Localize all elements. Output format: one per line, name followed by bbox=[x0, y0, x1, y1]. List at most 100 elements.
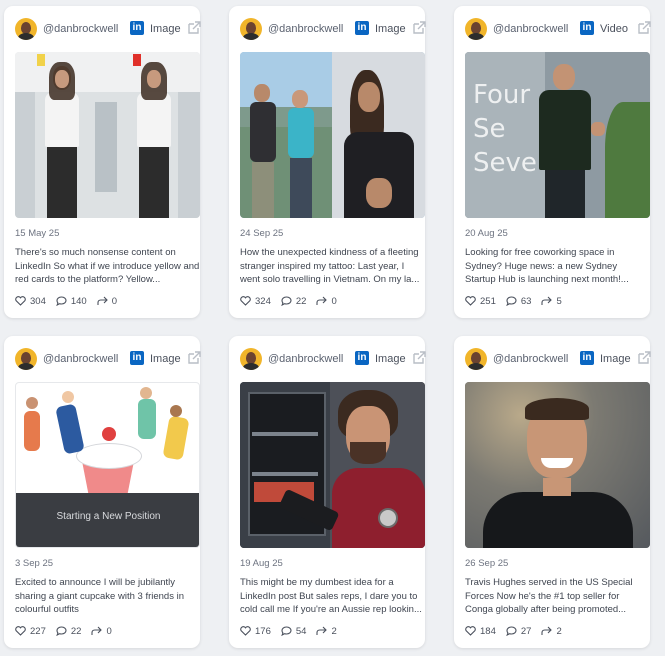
share-icon bbox=[316, 626, 328, 635]
likes-count: 324 bbox=[255, 295, 271, 307]
heart-icon bbox=[240, 296, 251, 306]
comments-count: 22 bbox=[295, 295, 307, 307]
post-description: Excited to announce I will be jubilantly… bbox=[15, 577, 184, 615]
external-link-icon[interactable] bbox=[637, 21, 651, 35]
shares-count: 0 bbox=[106, 625, 112, 637]
post-card[interactable]: @danbrockwell in Image 19 Aug 25 This mi… bbox=[229, 336, 426, 648]
post-card[interactable]: @danbrockwell in Image 26 Sep 25 Travis … bbox=[454, 336, 651, 648]
post-type-label: Image bbox=[150, 23, 181, 35]
author-handle: @danbrockwell bbox=[268, 353, 344, 365]
thumb-sign-line-3: Seve bbox=[473, 148, 537, 178]
post-stats: 304 140 0 bbox=[15, 294, 127, 308]
share-icon bbox=[97, 296, 108, 305]
avatar bbox=[240, 18, 262, 40]
likes-count: 227 bbox=[30, 625, 46, 637]
linkedin-icon: in bbox=[580, 351, 594, 365]
share-icon bbox=[91, 626, 103, 635]
likes-count: 251 bbox=[480, 295, 496, 307]
post-date: 24 Sep 25 bbox=[240, 228, 284, 239]
heart-icon bbox=[240, 626, 251, 636]
post-stats: 184 27 2 bbox=[465, 624, 572, 638]
share-icon bbox=[316, 296, 328, 305]
linkedin-icon: in bbox=[355, 351, 369, 365]
post-description: How the unexpected kindness of a fleetin… bbox=[240, 247, 420, 285]
likes-count: 176 bbox=[255, 625, 271, 637]
heart-icon bbox=[15, 296, 26, 306]
post-description: This might be my dumbest idea for a Link… bbox=[240, 577, 422, 615]
author-handle: @danbrockwell bbox=[43, 23, 119, 35]
post-stats: 176 54 2 bbox=[240, 624, 347, 638]
post-type-label: Image bbox=[375, 23, 406, 35]
author-handle: @danbrockwell bbox=[268, 23, 344, 35]
comments-count: 54 bbox=[295, 625, 307, 637]
post-card[interactable]: @danbrockwell in Video Four Se Seve 20 A… bbox=[454, 6, 651, 318]
avatar bbox=[465, 18, 487, 40]
heart-icon bbox=[15, 626, 26, 636]
post-card[interactable]: @danbrockwell in Image Starting a New Po… bbox=[4, 336, 201, 648]
linkedin-icon: in bbox=[130, 351, 144, 365]
external-link-icon[interactable] bbox=[187, 21, 201, 35]
share-icon bbox=[541, 626, 553, 635]
post-stats: 227 22 0 bbox=[15, 624, 122, 638]
post-date: 26 Sep 25 bbox=[465, 558, 509, 569]
external-link-icon[interactable] bbox=[412, 351, 426, 365]
post-date: 19 Aug 25 bbox=[240, 558, 283, 569]
comments-count: 63 bbox=[520, 295, 532, 307]
comment-icon bbox=[281, 296, 292, 306]
post-thumbnail[interactable]: Four Se Seve bbox=[465, 52, 650, 218]
comment-icon bbox=[506, 626, 517, 636]
external-link-icon[interactable] bbox=[412, 21, 426, 35]
post-description: Travis Hughes served in the US Special F… bbox=[465, 577, 633, 615]
post-card[interactable]: @danbrockwell in Image 24 Sep 25 How the… bbox=[229, 6, 426, 318]
post-type-label: Image bbox=[150, 353, 181, 365]
avatar bbox=[465, 348, 487, 370]
thumb-caption: Starting a New Position bbox=[56, 511, 161, 522]
avatar bbox=[15, 348, 37, 370]
post-thumbnail[interactable] bbox=[240, 52, 425, 218]
likes-count: 184 bbox=[480, 625, 496, 637]
comments-count: 27 bbox=[520, 625, 532, 637]
post-thumbnail[interactable] bbox=[465, 382, 650, 548]
post-type-label: Image bbox=[600, 353, 631, 365]
post-card[interactable]: @danbrockwell in Image 15 May 25 There's… bbox=[4, 6, 201, 318]
heart-icon bbox=[465, 626, 476, 636]
author-handle: @danbrockwell bbox=[43, 353, 119, 365]
post-date: 15 May 25 bbox=[15, 228, 60, 239]
heart-icon bbox=[465, 296, 476, 306]
post-type-label: Image bbox=[375, 353, 406, 365]
shares-count: 2 bbox=[331, 625, 337, 637]
thumb-sign-line-1: Four bbox=[473, 80, 531, 110]
comments-count: 22 bbox=[70, 625, 82, 637]
post-thumbnail[interactable] bbox=[240, 382, 425, 548]
likes-count: 304 bbox=[30, 295, 46, 307]
comment-icon bbox=[56, 296, 67, 306]
avatar bbox=[15, 18, 37, 40]
post-description: There's so much nonsense content on Link… bbox=[15, 247, 200, 285]
thumb-sign-line-2: Se bbox=[473, 114, 506, 144]
linkedin-icon: in bbox=[580, 21, 594, 35]
share-icon bbox=[541, 296, 553, 305]
linkedin-icon: in bbox=[355, 21, 369, 35]
post-stats: 324 22 0 bbox=[240, 294, 347, 308]
post-date: 3 Sep 25 bbox=[15, 558, 54, 569]
author-handle: @danbrockwell bbox=[493, 23, 569, 35]
comments-count: 140 bbox=[70, 295, 87, 307]
shares-count: 0 bbox=[331, 295, 337, 307]
linkedin-icon: in bbox=[130, 21, 144, 35]
external-link-icon[interactable] bbox=[637, 351, 651, 365]
comment-icon bbox=[56, 626, 67, 636]
avatar bbox=[240, 348, 262, 370]
external-link-icon[interactable] bbox=[187, 351, 201, 365]
post-stats: 251 63 5 bbox=[465, 294, 572, 308]
shares-count: 5 bbox=[556, 295, 562, 307]
comment-icon bbox=[281, 626, 292, 636]
shares-count: 2 bbox=[556, 625, 562, 637]
post-date: 20 Aug 25 bbox=[465, 228, 508, 239]
post-thumbnail[interactable]: Starting a New Position bbox=[15, 382, 200, 548]
post-description: Looking for free coworking space in Sydn… bbox=[465, 247, 629, 285]
author-handle: @danbrockwell bbox=[493, 353, 569, 365]
post-type-label: Video bbox=[600, 23, 628, 35]
shares-count: 0 bbox=[111, 295, 118, 307]
comment-icon bbox=[506, 296, 517, 306]
post-thumbnail[interactable] bbox=[15, 52, 200, 218]
